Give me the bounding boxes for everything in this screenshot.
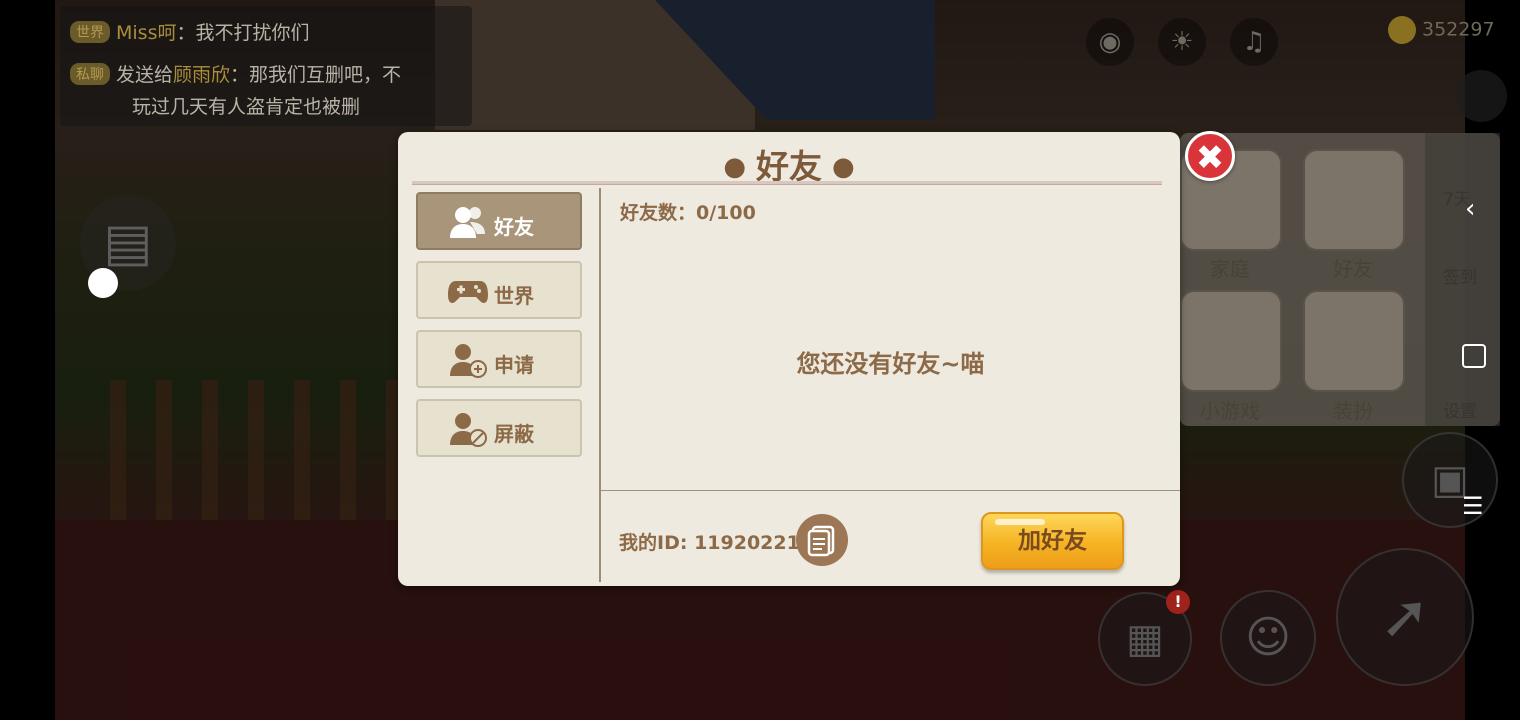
- chat-message: ：那我们互删吧，不: [230, 64, 402, 86]
- title-divider: [412, 181, 1162, 185]
- tab-blocked-label: 屏蔽: [494, 422, 534, 446]
- gamepad-icon: [448, 281, 488, 303]
- vertical-divider: [599, 188, 601, 582]
- family-label: 家庭: [1210, 257, 1250, 281]
- tab-blocked[interactable]: 屏蔽: [416, 399, 582, 457]
- friends-dialog: ● 好友 ● 好友 世界 申请 屏蔽 好友数：0/100 您还没有好友~喵 我的…: [398, 132, 1180, 586]
- friends-shortcut-button[interactable]: [1303, 149, 1405, 251]
- button-gloss: [995, 519, 1045, 525]
- dressup-label: 装扮: [1333, 399, 1373, 423]
- chat-prefix: 发送给: [116, 64, 174, 86]
- chat-box[interactable]: 世界 Miss呵：我不打扰你们 私聊 发送给顾雨欣：那我们互删吧，不 玩过几天有人盗…: [60, 6, 472, 126]
- copy-id-button[interactable]: [796, 514, 848, 566]
- recents-icon[interactable]: ☰: [1462, 492, 1484, 520]
- coin-icon: [1388, 16, 1416, 44]
- close-icon[interactable]: ✖: [1185, 131, 1235, 181]
- tab-requests-label: 申请: [494, 353, 534, 377]
- my-id-value: 11920221: [694, 532, 800, 554]
- friends-label: 好友: [1333, 257, 1373, 281]
- joystick-dot[interactable]: [88, 268, 118, 298]
- my-id-label: 我的ID:: [619, 532, 688, 554]
- add-friend-label: 加好友: [1018, 528, 1087, 554]
- chat-nickname: Miss呵: [116, 22, 177, 44]
- currency-amount: 352297: [1422, 18, 1495, 41]
- side-menu: 7天 签到 设置: [1425, 133, 1500, 426]
- home-icon[interactable]: [1462, 344, 1486, 368]
- tab-friends-label: 好友: [494, 215, 534, 239]
- footer-divider: [601, 490, 1180, 491]
- checkin-label[interactable]: 签到: [1443, 263, 1477, 288]
- add-friend-button[interactable]: 加好友: [981, 512, 1124, 570]
- dressup-button[interactable]: [1303, 290, 1405, 392]
- tab-world-label: 世界: [494, 284, 534, 308]
- camera-icon[interactable]: ◉: [1086, 18, 1134, 66]
- notification-badge: !: [1166, 590, 1190, 614]
- chat-line: 世界 Miss呵：我不打扰你们: [70, 18, 310, 45]
- tab-requests[interactable]: 申请: [416, 330, 582, 388]
- brightness-icon[interactable]: ☀: [1158, 18, 1206, 66]
- chat-channel-tag: 世界: [70, 21, 110, 43]
- chat-message: ：我不打扰你们: [176, 22, 310, 44]
- empty-friends-message: 您还没有好友~喵: [796, 350, 985, 378]
- add-user-icon: [450, 344, 487, 378]
- jump-icon[interactable]: ➚: [1336, 548, 1474, 686]
- chat-line: 玩过几天有人盗肯定也被删: [132, 92, 360, 119]
- cat-emote-icon[interactable]: ☺: [1220, 590, 1316, 686]
- friend-count: 好友数：0/100: [620, 202, 756, 224]
- tab-world[interactable]: 世界: [416, 261, 582, 319]
- minigame-label: 小游戏: [1200, 399, 1260, 423]
- paw-icon: ●: [723, 152, 746, 182]
- tab-friends[interactable]: 好友: [416, 192, 582, 250]
- chat-line: 私聊 发送给顾雨欣：那我们互删吧，不: [70, 60, 401, 87]
- menu-icon[interactable]: [1455, 70, 1507, 122]
- back-icon[interactable]: ‹: [1465, 194, 1475, 224]
- settings-label[interactable]: 设置: [1443, 397, 1477, 422]
- currency-display: 352297: [1388, 16, 1495, 44]
- paw-icon: ●: [832, 152, 855, 182]
- music-icon[interactable]: ♫: [1230, 18, 1278, 66]
- friends-icon: [450, 207, 485, 238]
- minigame-button[interactable]: [1180, 290, 1282, 392]
- chat-message: 玩过几天有人盗肯定也被删: [132, 96, 361, 118]
- block-user-icon: [450, 413, 487, 447]
- backpack-icon[interactable]: ▣: [1402, 432, 1498, 528]
- chat-channel-tag: 私聊: [70, 63, 110, 85]
- copy-icon: [807, 525, 835, 557]
- chat-nickname: 顾雨欣: [173, 64, 231, 86]
- my-id: 我的ID: 11920221: [619, 528, 800, 555]
